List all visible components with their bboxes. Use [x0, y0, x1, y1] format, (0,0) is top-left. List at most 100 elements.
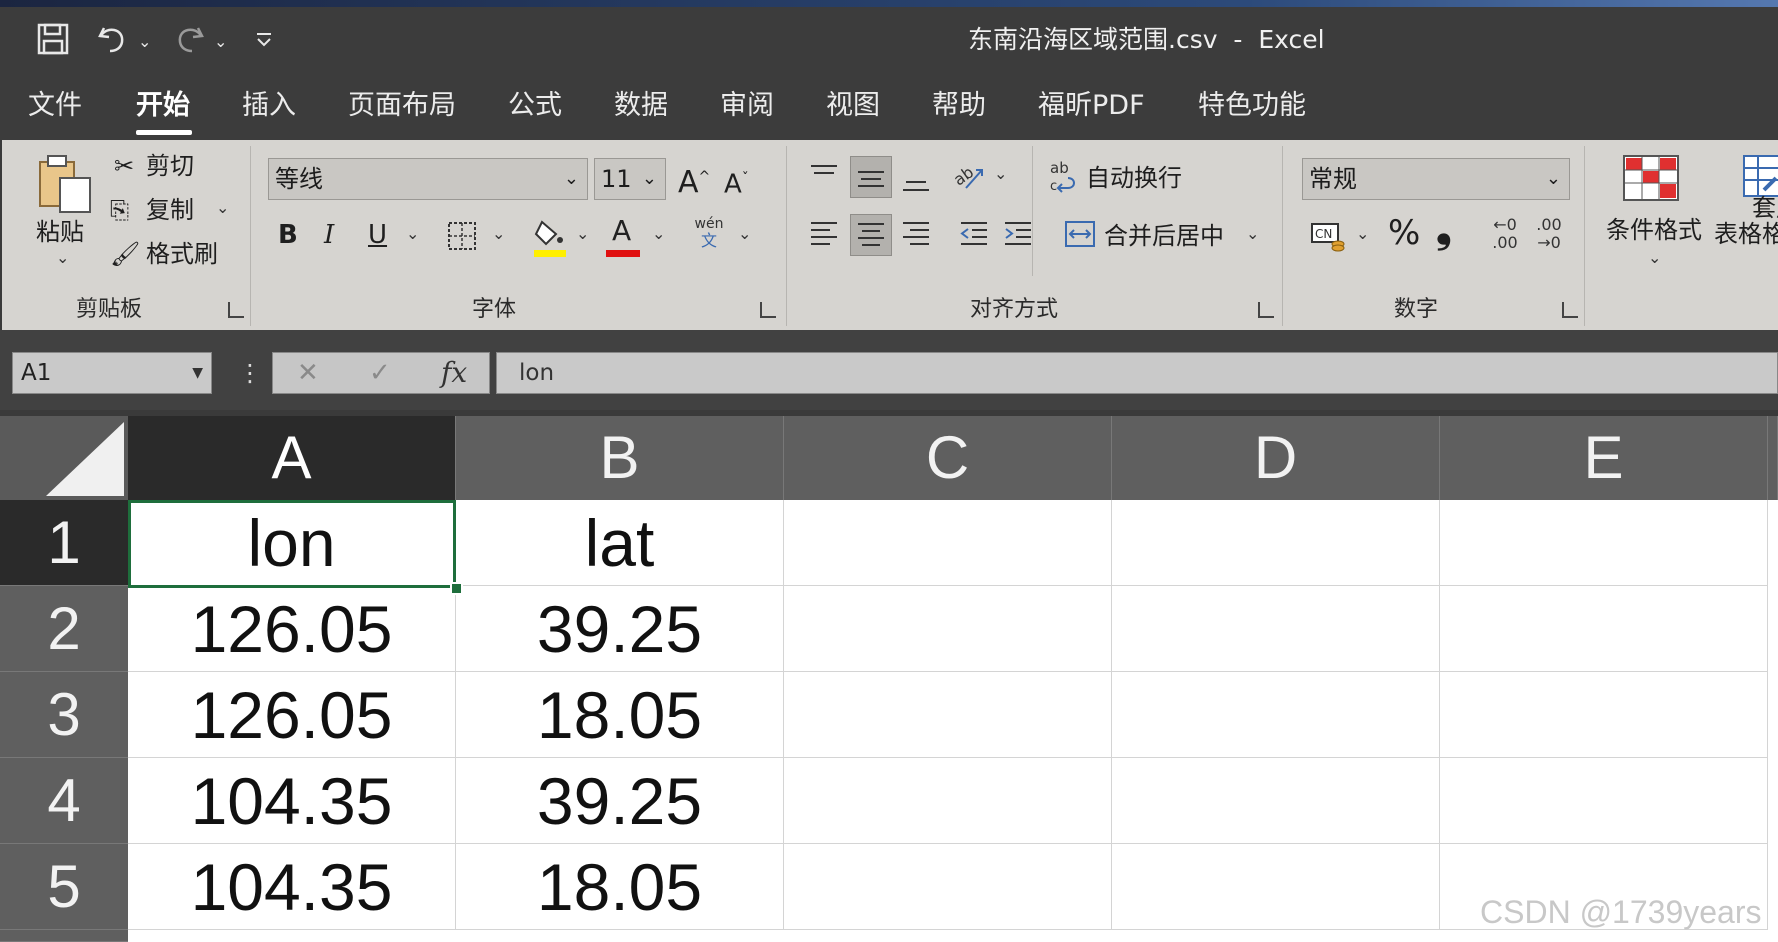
- bold-button[interactable]: B: [278, 218, 298, 252]
- row-header-4[interactable]: 4: [0, 758, 128, 844]
- cell-c5[interactable]: [784, 844, 1112, 930]
- grow-font-button[interactable]: A^: [678, 160, 710, 200]
- font-launcher-icon[interactable]: [760, 302, 776, 318]
- merge-center-icon[interactable]: [1064, 218, 1096, 254]
- cell-b5[interactable]: 18.05: [456, 844, 784, 930]
- cell-a3[interactable]: 126.05: [128, 672, 456, 758]
- cell-d4[interactable]: [1112, 758, 1440, 844]
- font-name-combo[interactable]: 等线 ⌄: [268, 158, 588, 200]
- cell-a2[interactable]: 126.05: [128, 586, 456, 672]
- column-header-e[interactable]: E: [1440, 416, 1768, 500]
- tab-insert[interactable]: 插入: [242, 88, 296, 124]
- merge-center-button[interactable]: 合并后居中: [1104, 220, 1224, 252]
- cell-b3[interactable]: 18.05: [456, 672, 784, 758]
- row-header-3[interactable]: 3: [0, 672, 128, 758]
- clipboard-paste-icon[interactable]: [36, 152, 94, 218]
- copy-icon[interactable]: ⎘: [110, 194, 129, 226]
- insert-function-icon[interactable]: fx: [441, 355, 467, 391]
- column-header-a[interactable]: A: [128, 416, 456, 500]
- orientation-icon[interactable]: ab: [950, 158, 988, 198]
- shrink-font-button[interactable]: Aˇ: [724, 162, 749, 202]
- fill-color-dropdown-icon[interactable]: ⌄: [576, 224, 589, 243]
- cell-b4[interactable]: 39.25: [456, 758, 784, 844]
- cell-a5[interactable]: 104.35: [128, 844, 456, 930]
- row-header-6[interactable]: [0, 930, 128, 942]
- redo-dropdown-icon[interactable]: ⌄: [214, 22, 227, 62]
- orientation-dropdown-icon[interactable]: ⌄: [994, 164, 1007, 183]
- accounting-format-icon[interactable]: CN: [1310, 220, 1346, 256]
- cell-d5[interactable]: [1112, 844, 1440, 930]
- phonetic-guide-button[interactable]: wén 文: [692, 216, 726, 250]
- font-color-button[interactable]: A: [606, 214, 642, 260]
- cell-d1[interactable]: [1112, 500, 1440, 586]
- align-center-icon[interactable]: [850, 214, 892, 256]
- tab-file[interactable]: 文件: [28, 88, 82, 124]
- column-header-b[interactable]: B: [456, 416, 784, 500]
- percent-style-button[interactable]: %: [1388, 216, 1420, 250]
- fill-handle[interactable]: [450, 582, 463, 595]
- cell-e3[interactable]: [1440, 672, 1768, 758]
- cell-e2[interactable]: [1440, 586, 1768, 672]
- conditional-formatting-dropdown-icon[interactable]: ⌄: [1648, 248, 1661, 267]
- row-header-2[interactable]: 2: [0, 586, 128, 672]
- number-format-combo[interactable]: 常规 ⌄: [1302, 158, 1570, 200]
- font-size-combo[interactable]: 11 ⌄: [594, 158, 666, 200]
- cell-a4[interactable]: 104.35: [128, 758, 456, 844]
- column-header-d[interactable]: D: [1112, 416, 1440, 500]
- enter-icon[interactable]: ✓: [369, 355, 391, 391]
- formula-bar-splitter-icon[interactable]: ⋮: [238, 356, 262, 390]
- font-color-dropdown-icon[interactable]: ⌄: [652, 224, 665, 243]
- fill-color-icon[interactable]: [532, 216, 568, 264]
- row-header-1[interactable]: 1: [0, 500, 128, 586]
- paste-dropdown-icon[interactable]: ⌄: [56, 248, 69, 267]
- wrap-text-icon[interactable]: ab c: [1048, 158, 1080, 198]
- decrease-decimal-button[interactable]: .00 →0: [1532, 216, 1566, 252]
- tab-page-layout[interactable]: 页面布局: [348, 88, 456, 124]
- name-box[interactable]: A1 ▼: [12, 352, 212, 394]
- decrease-indent-icon[interactable]: [958, 218, 990, 254]
- increase-indent-icon[interactable]: [1002, 218, 1034, 254]
- phonetic-dropdown-icon[interactable]: ⌄: [738, 224, 751, 243]
- cell-a1[interactable]: lon: [128, 500, 456, 586]
- accounting-dropdown-icon[interactable]: ⌄: [1356, 224, 1369, 243]
- tab-data[interactable]: 数据: [614, 88, 668, 124]
- tab-view[interactable]: 视图: [826, 88, 880, 124]
- cell-c4[interactable]: [784, 758, 1112, 844]
- tab-foxit-pdf[interactable]: 福昕PDF: [1038, 88, 1145, 124]
- clipboard-launcher-icon[interactable]: [228, 302, 244, 318]
- border-dropdown-icon[interactable]: ⌄: [492, 224, 505, 243]
- italic-button[interactable]: I: [324, 218, 334, 252]
- cancel-icon[interactable]: ✕: [297, 355, 319, 391]
- tab-special-features[interactable]: 特色功能: [1198, 88, 1306, 124]
- copy-dropdown-icon[interactable]: ⌄: [216, 198, 229, 217]
- align-right-icon[interactable]: [900, 218, 932, 254]
- scissors-icon[interactable]: ✂: [114, 150, 134, 182]
- underline-dropdown-icon[interactable]: ⌄: [406, 224, 419, 243]
- underline-button[interactable]: U: [368, 218, 387, 252]
- cell-e4[interactable]: [1440, 758, 1768, 844]
- customize-qat-icon[interactable]: [254, 22, 274, 69]
- wrap-text-button[interactable]: 自动换行: [1086, 162, 1182, 194]
- align-top-icon[interactable]: [808, 160, 840, 196]
- align-middle-icon[interactable]: [850, 156, 892, 198]
- tab-help[interactable]: 帮助: [932, 88, 986, 124]
- column-header-f[interactable]: [1768, 416, 1778, 500]
- merge-center-dropdown-icon[interactable]: ⌄: [1246, 224, 1259, 243]
- format-as-table-label-bottom[interactable]: 表格格: [1714, 218, 1778, 250]
- undo-icon[interactable]: [96, 22, 132, 65]
- cell-b1[interactable]: lat: [456, 500, 784, 586]
- format-painter-icon[interactable]: 🖌: [110, 238, 140, 270]
- increase-decimal-button[interactable]: ←0 .00: [1488, 216, 1522, 252]
- alignment-launcher-icon[interactable]: [1258, 302, 1274, 318]
- align-left-icon[interactable]: [808, 218, 840, 254]
- number-launcher-icon[interactable]: [1562, 302, 1578, 318]
- cell-c2[interactable]: [784, 586, 1112, 672]
- cell-d3[interactable]: [1112, 672, 1440, 758]
- align-bottom-icon[interactable]: [900, 160, 932, 200]
- paste-button-label[interactable]: 粘贴: [36, 216, 84, 248]
- column-header-c[interactable]: C: [784, 416, 1112, 500]
- conditional-formatting-button[interactable]: 条件格式: [1606, 214, 1702, 246]
- cell-c3[interactable]: [784, 672, 1112, 758]
- border-icon[interactable]: [446, 220, 478, 256]
- cell-c1[interactable]: [784, 500, 1112, 586]
